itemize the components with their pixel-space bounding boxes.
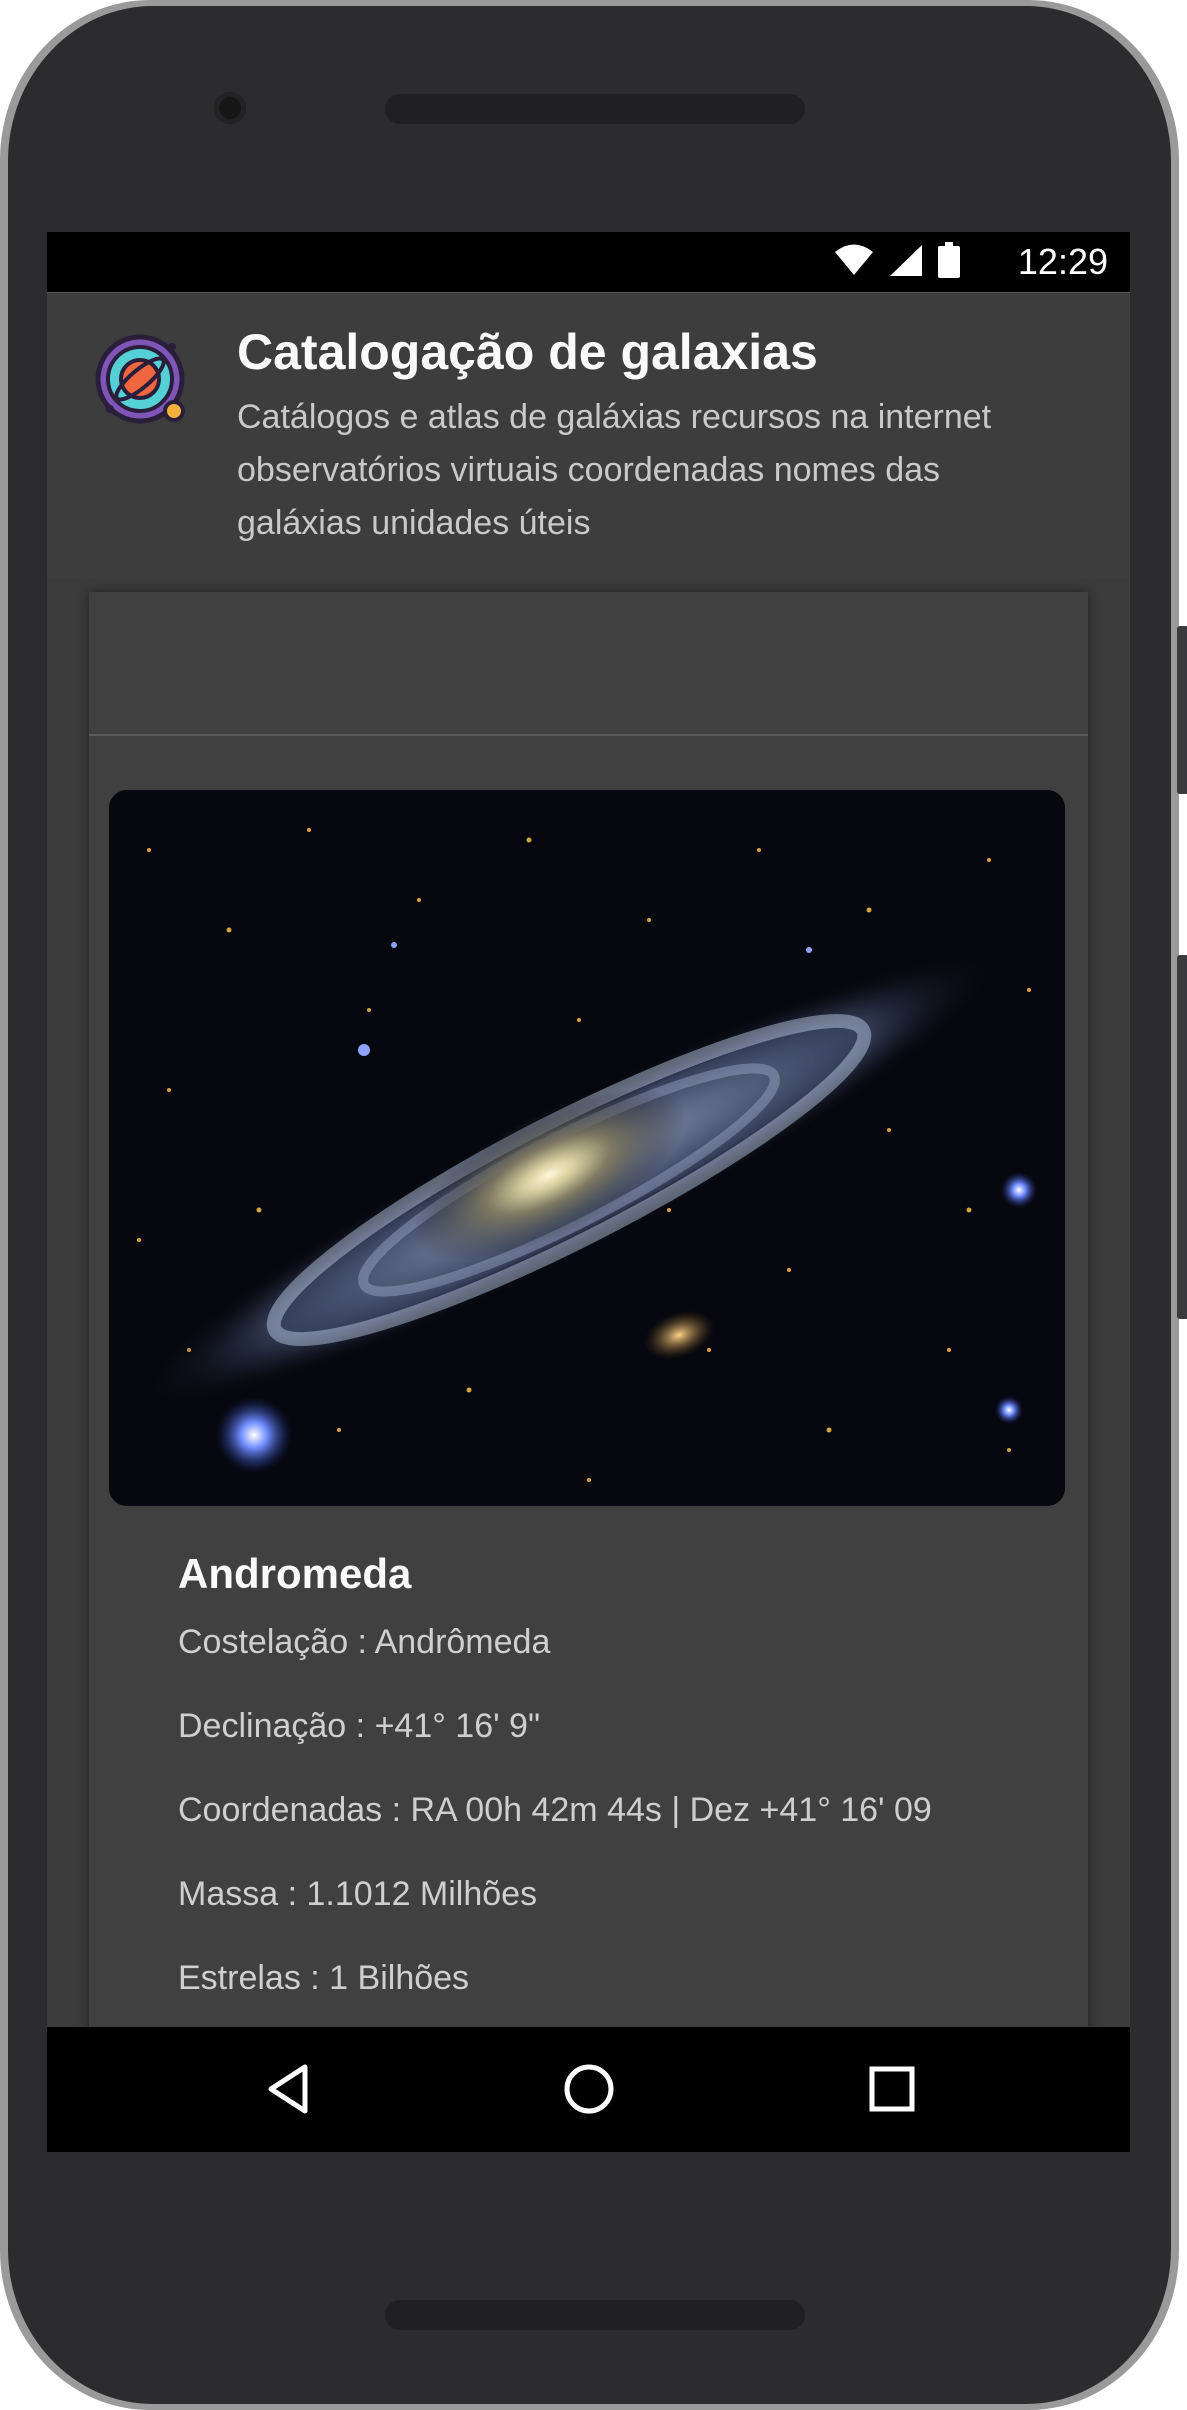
planet-icon	[94, 333, 190, 429]
field-coordinates: Coordenadas : RA 00h 42m 44s | Dez +41° …	[178, 1791, 932, 1829]
card-header	[89, 592, 1088, 736]
field-declination: Declinação : +41° 16' 9"	[178, 1707, 541, 1745]
back-icon[interactable]	[257, 2057, 321, 2121]
wifi-icon	[834, 243, 874, 282]
field-constellation: Costelação : Andrômeda	[178, 1623, 551, 1661]
front-camera	[214, 92, 246, 124]
screen: 12:29 Catalogação de galaxias Catálogos …	[47, 232, 1130, 2152]
bottom-speaker	[385, 2300, 805, 2330]
galaxy-photo	[109, 790, 1065, 1506]
page-title: Catalogação de galaxias	[237, 324, 818, 380]
power-button[interactable]	[1177, 626, 1187, 794]
earpiece-speaker	[385, 94, 805, 124]
galaxy-name: Andromeda	[178, 1550, 412, 1597]
recent-apps-icon[interactable]	[860, 2057, 924, 2121]
home-icon[interactable]	[557, 2057, 621, 2121]
galaxy-card[interactable]: Andromeda Costelação : Andrômeda Declina…	[89, 592, 1088, 2152]
app-header: Catalogação de galaxias Catálogos e atla…	[47, 292, 1130, 578]
status-time: 12:29	[1017, 241, 1108, 282]
navigation-bar	[47, 2027, 1130, 2152]
status-bar: 12:29	[47, 232, 1130, 292]
galaxy-info: Andromeda Costelação : Andrômeda Declina…	[178, 1550, 978, 2036]
battery-icon	[938, 241, 960, 283]
signal-icon	[888, 243, 924, 282]
page-subtitle: Catálogos e atlas de galáxias recursos n…	[237, 398, 992, 542]
field-stars: Estrelas : 1 Bilhões	[178, 1959, 470, 1997]
phone-frame: 12:29 Catalogação de galaxias Catálogos …	[0, 0, 1187, 2410]
volume-button[interactable]	[1177, 955, 1187, 1319]
field-mass: Massa : 1.1012 Milhões	[178, 1875, 538, 1913]
